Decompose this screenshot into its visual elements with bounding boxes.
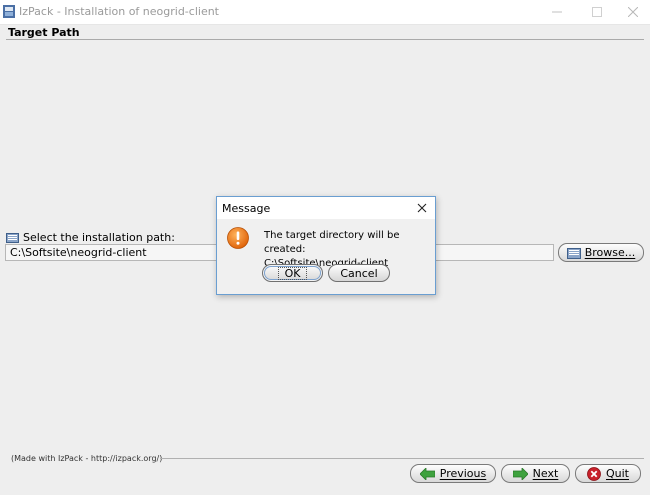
next-label: Next [532, 467, 559, 480]
close-icon [628, 7, 638, 17]
dialog-title: Message [222, 202, 271, 215]
ok-button[interactable]: OK [262, 264, 323, 282]
path-label: Select the installation path: [23, 230, 175, 244]
title-bar: IzPack - Installation of neogrid-client [0, 0, 650, 25]
app-icon [3, 5, 15, 18]
minimize-icon [552, 11, 562, 13]
browse-label: Browse... [584, 246, 636, 259]
previous-button[interactable]: Previous [410, 464, 496, 483]
arrow-right-icon [512, 467, 528, 480]
browse-button[interactable]: Browse... [558, 243, 644, 262]
warning-icon [227, 227, 249, 249]
installer-window: IzPack - Installation of neogrid-client … [0, 0, 650, 495]
close-icon[interactable] [415, 201, 429, 215]
cancel-label: Cancel [340, 266, 378, 280]
quit-button[interactable]: Quit [575, 464, 641, 483]
previous-label: Previous [439, 467, 487, 480]
next-button[interactable]: Next [501, 464, 570, 483]
made-with-izpack-text: (Made with IzPack - http://izpack.org/) [11, 454, 163, 463]
message-dialog: Message The target directory will be cre… [216, 196, 436, 295]
minimize-button[interactable] [540, 0, 574, 24]
folder-icon [6, 232, 19, 243]
close-button[interactable] [616, 0, 650, 24]
dialog-message-line-1: The target directory will be created: [264, 230, 400, 255]
path-label-row: Select the installation path: [6, 230, 175, 244]
arrow-left-icon [419, 467, 435, 480]
dialog-title-bar: Message [217, 197, 435, 219]
quit-icon [587, 466, 601, 481]
ok-label: OK [277, 266, 308, 280]
quit-label: Quit [606, 467, 629, 480]
maximize-icon [592, 7, 602, 17]
cancel-button[interactable]: Cancel [328, 264, 390, 282]
maximize-button[interactable] [580, 0, 614, 24]
window-title: IzPack - Installation of neogrid-client [19, 5, 219, 18]
footer-divider [160, 458, 644, 459]
panel-title: Target Path [8, 26, 80, 39]
folder-icon [566, 247, 581, 259]
panel-divider [6, 39, 644, 40]
